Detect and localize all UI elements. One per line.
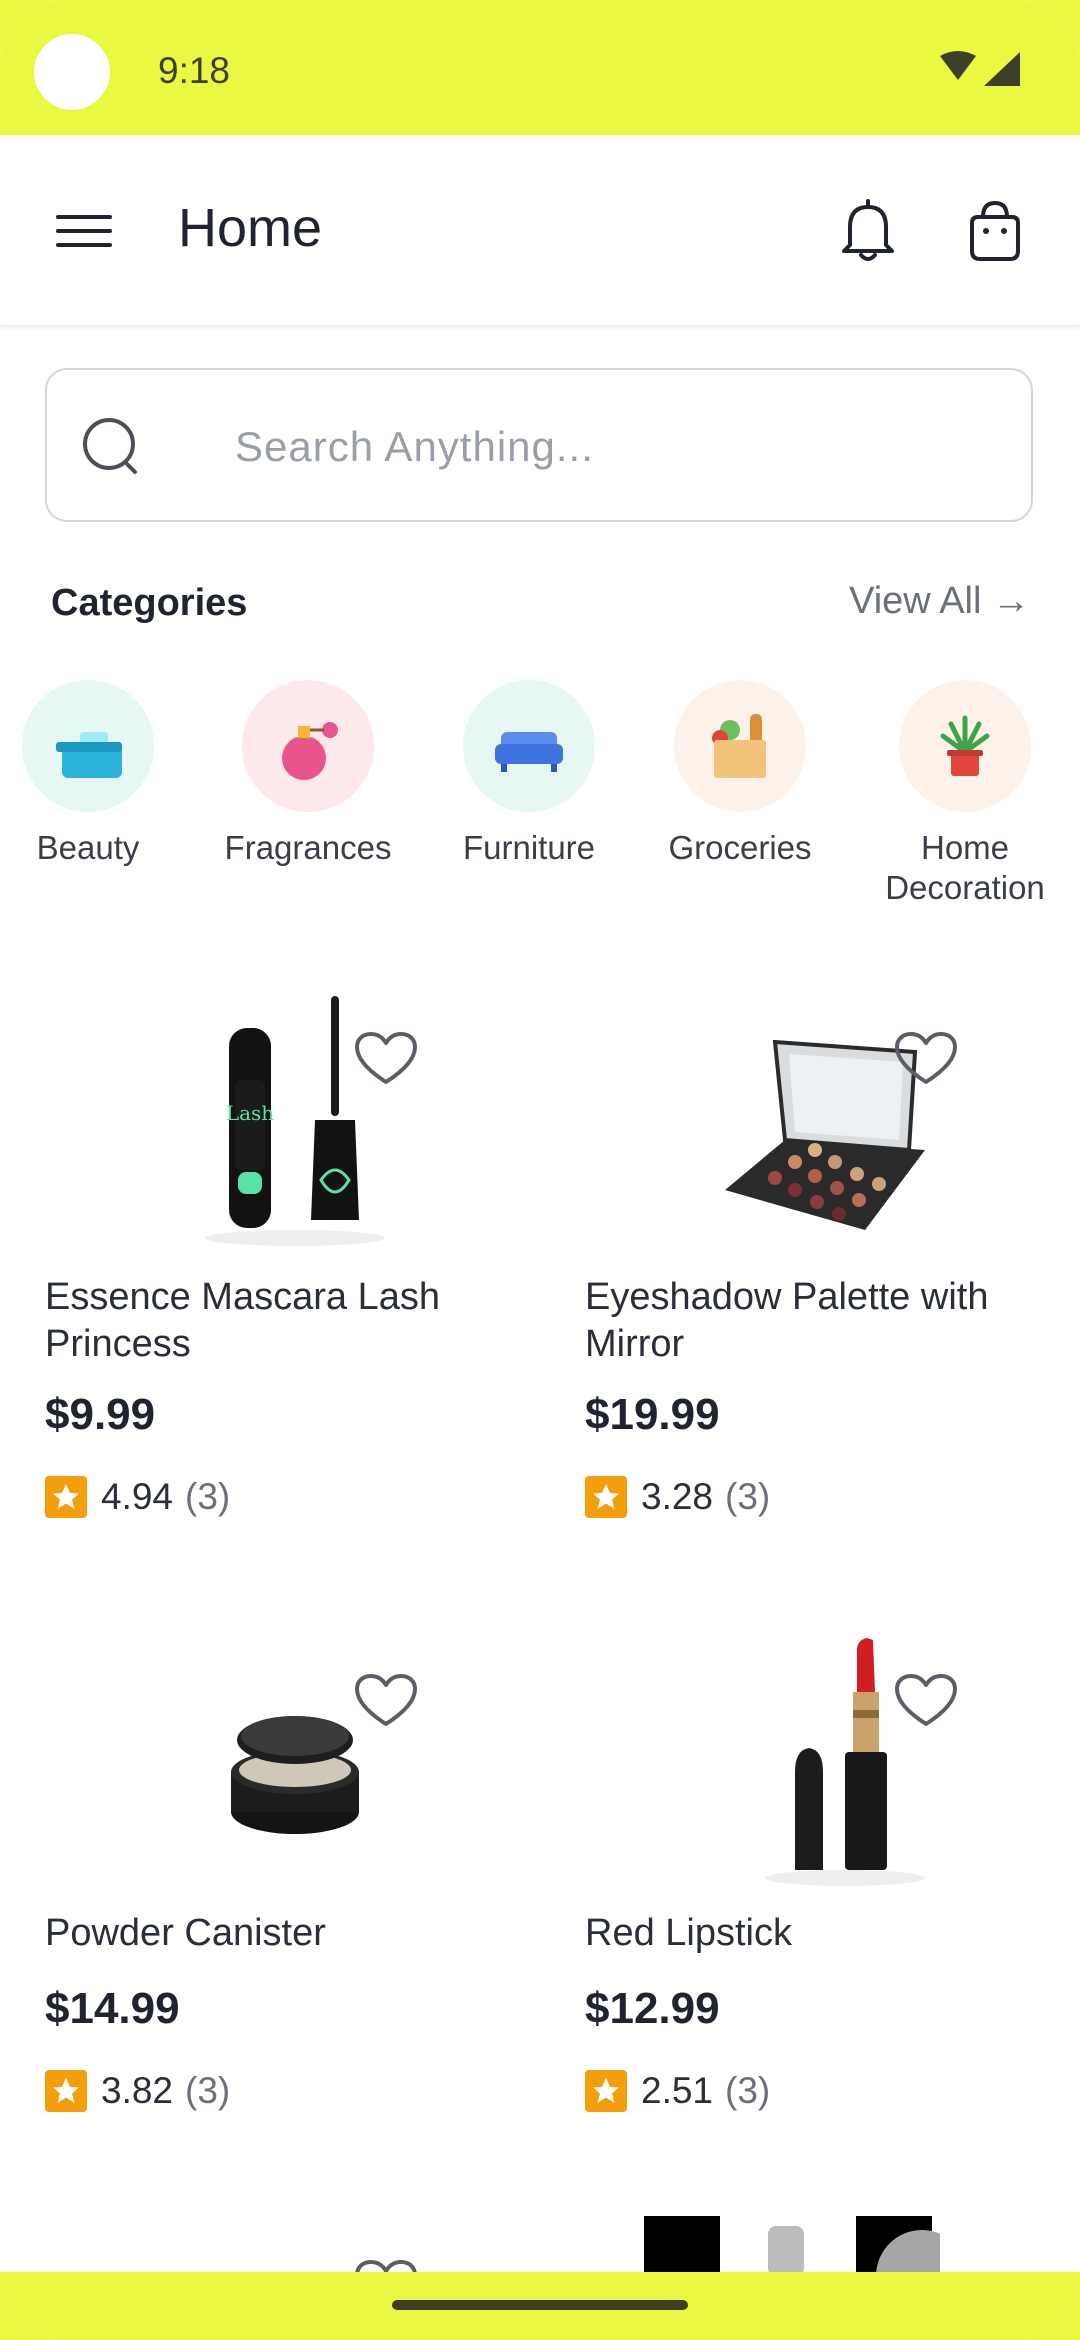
product-image xyxy=(765,1638,925,1886)
rating-count: (3) xyxy=(185,2070,231,2111)
category-label: Fragrances xyxy=(224,829,392,866)
product-card[interactable]: Lash Essence Mascara Lash Princess $9.99… xyxy=(45,990,565,1590)
beauty-icon xyxy=(22,680,154,812)
product-card[interactable]: Powder Canister $14.99 3.82 (3) xyxy=(45,1632,565,2232)
product-rating: 3.28 (3) xyxy=(585,1476,770,1518)
product-rating: 2.51 (3) xyxy=(585,2070,770,2112)
shopping-bag-icon[interactable] xyxy=(966,199,1024,263)
wifi-icon xyxy=(940,51,976,80)
heart-icon[interactable] xyxy=(353,1672,419,1730)
category-label: Furniture xyxy=(462,829,596,866)
status-bar: 9:18 xyxy=(0,0,1080,135)
grocery-bag-icon xyxy=(674,680,806,812)
rating-value: 3.28 xyxy=(641,1476,714,1517)
rating-value: 2.51 xyxy=(641,2070,714,2111)
bell-icon[interactable] xyxy=(840,199,896,263)
rating-value: 4.94 xyxy=(101,1476,174,1517)
home-gesture-handle[interactable] xyxy=(392,2300,688,2310)
plant-icon xyxy=(899,680,1031,812)
heart-icon[interactable] xyxy=(353,1030,419,1088)
star-icon xyxy=(585,1476,627,1518)
product-card[interactable]: Eyeshadow Palette with Mirror $19.99 3.2… xyxy=(585,990,1080,1590)
product-name: Red Lipstick xyxy=(585,1912,792,1954)
star-icon xyxy=(45,1476,87,1518)
hamburger-menu-icon[interactable] xyxy=(56,211,112,251)
category-furniture[interactable]: Furniture xyxy=(429,680,629,868)
product-image xyxy=(231,1716,359,1834)
search-bar[interactable] xyxy=(45,368,1033,522)
product-name: Essence Mascara Lash Princess xyxy=(45,1276,440,1365)
rating-value: 3.82 xyxy=(101,2070,174,2111)
product-rating: 3.82 (3) xyxy=(45,2070,230,2112)
product-name: Eyeshadow Palette with Mirror xyxy=(585,1276,989,1365)
category-fragrances[interactable]: Fragrances xyxy=(208,680,408,868)
rating-count: (3) xyxy=(725,1476,771,1517)
heart-icon[interactable] xyxy=(893,1672,959,1730)
signal-icons xyxy=(940,51,1020,86)
category-label: Groceries xyxy=(668,829,812,866)
product-image: Lash xyxy=(205,996,385,1246)
sofa-icon xyxy=(463,680,595,812)
search-icon xyxy=(83,418,137,474)
status-time: 9:18 xyxy=(158,50,231,91)
category-beauty[interactable]: Beauty xyxy=(0,680,188,868)
categories-heading: Categories xyxy=(51,582,248,624)
product-name: Powder Canister xyxy=(45,1912,326,1954)
page-title: Home xyxy=(178,198,323,258)
product-price: $9.99 xyxy=(45,1390,156,1439)
star-icon xyxy=(585,2070,627,2112)
app-bar: Home xyxy=(0,135,1080,325)
category-label: Home Decoration xyxy=(885,829,1045,906)
heart-icon[interactable] xyxy=(893,1030,959,1088)
perfume-icon xyxy=(242,680,374,812)
product-image xyxy=(725,1039,925,1230)
svg-text:Lash: Lash xyxy=(226,1101,274,1125)
product-price: $12.99 xyxy=(585,1984,720,2033)
cellular-icon xyxy=(984,52,1020,86)
view-all-link[interactable]: View All → xyxy=(849,580,1030,623)
product-price: $19.99 xyxy=(585,1390,720,1439)
product-price: $14.99 xyxy=(45,1984,180,2033)
app-screen: 9:18 Home Cate xyxy=(0,0,1080,2340)
rating-count: (3) xyxy=(725,2070,771,2111)
star-icon xyxy=(45,2070,87,2112)
category-home-decoration[interactable]: Home Decoration xyxy=(865,680,1065,908)
product-rating: 4.94 (3) xyxy=(45,1476,230,1518)
search-input[interactable] xyxy=(233,410,997,484)
camera-cutout xyxy=(34,34,110,110)
product-card[interactable]: Red Lipstick $12.99 2.51 (3) xyxy=(585,1632,1080,2232)
category-label: Beauty xyxy=(36,829,140,866)
category-groceries[interactable]: Groceries xyxy=(640,680,840,868)
rating-count: (3) xyxy=(185,1476,231,1517)
product-image xyxy=(644,2216,940,2276)
